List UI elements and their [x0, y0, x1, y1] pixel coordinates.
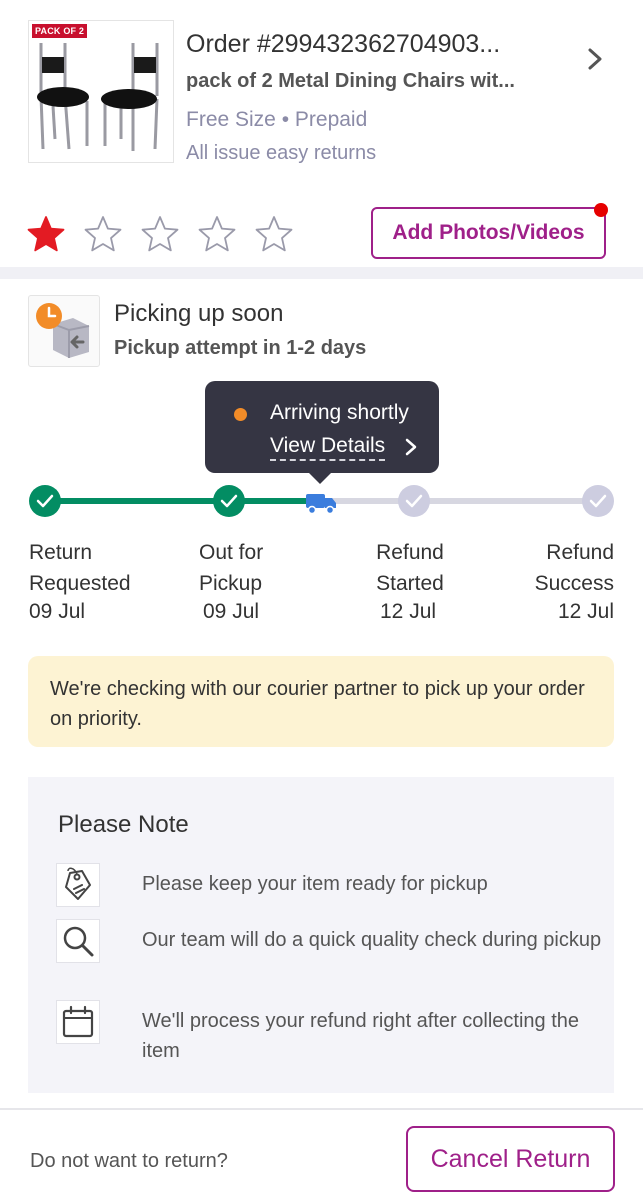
step-label-return-requested: Return Requested: [29, 537, 131, 599]
section-divider: [0, 267, 643, 279]
star-filled-icon[interactable]: [26, 214, 66, 254]
star-outline-icon[interactable]: [83, 214, 123, 254]
status-subtitle: Pickup attempt in 1-2 days: [114, 337, 367, 359]
step-label-line: Out for: [199, 541, 264, 564]
order-title: Order #299432362704903...: [186, 30, 501, 58]
progress-line-complete: [44, 498, 319, 504]
returns-note: All issue easy returns: [186, 142, 377, 164]
step-label-line: Refund: [376, 541, 444, 564]
status-title: Picking up soon: [114, 300, 284, 327]
cancel-prompt: Do not want to return?: [30, 1150, 228, 1172]
check-icon: [405, 494, 423, 508]
note-item-text: We'll process your refund right after co…: [142, 1010, 579, 1062]
status-dot: [234, 408, 247, 421]
step-dot-refund-started: [398, 485, 430, 517]
step-label-line: Success: [534, 572, 614, 595]
star-outline-icon[interactable]: [140, 214, 180, 254]
tag-icon: [56, 863, 100, 907]
pickup-status-icon: [28, 295, 100, 367]
note-item-text: Please keep your item ready for pickup: [142, 873, 488, 895]
step-date-out-for-pickup: 09 Jul: [203, 600, 260, 623]
search-icon: [56, 919, 100, 963]
step-dot-return-requested: [29, 485, 61, 517]
step-label-refund-success: Refund Success: [512, 537, 614, 599]
calendar-icon: [56, 1000, 100, 1044]
step-label-refund-started: Refund Started: [372, 537, 448, 599]
step-dot-out-for-pickup: [213, 485, 245, 517]
step-dot-refund-success: [582, 485, 614, 517]
note-item-text: Our team will do a quick quality check d…: [142, 929, 602, 951]
tracking-tooltip: Arriving shortly View Details: [205, 381, 439, 484]
pack-badge: PACK OF 2: [32, 24, 88, 38]
tooltip-status-text: Arriving shortly: [270, 401, 409, 424]
step-date-refund-success: 12 Jul: [557, 600, 614, 623]
product-image: PACK OF 2: [28, 20, 174, 163]
cancel-return-button[interactable]: Cancel Return: [406, 1126, 615, 1192]
courier-info-banner: We're checking with our courier partner …: [28, 656, 614, 747]
star-outline-icon[interactable]: [197, 214, 237, 254]
rating-stars: [26, 214, 311, 254]
check-icon: [36, 494, 54, 508]
view-details-link[interactable]: View Details: [270, 433, 386, 461]
chevron-right-icon[interactable]: [404, 438, 418, 456]
step-label-out-for-pickup: Out for Pickup: [199, 537, 263, 599]
product-card[interactable]: PACK OF 2 Order #299432362704903... pack…: [0, 0, 643, 200]
notification-dot: [594, 203, 608, 217]
step-date-refund-started: 12 Jul: [380, 600, 437, 623]
step-date-return-requested: 09 Jul: [29, 600, 86, 623]
check-icon: [220, 494, 238, 508]
product-meta: Free Size • Prepaid: [186, 108, 368, 131]
step-label-line: Started: [376, 572, 444, 595]
add-photos-button[interactable]: Add Photos/Videos: [371, 207, 606, 259]
chevron-right-icon[interactable]: [582, 46, 608, 72]
step-label-line: Pickup: [199, 572, 263, 595]
star-outline-icon[interactable]: [254, 214, 294, 254]
progress-line-pending: [319, 498, 599, 504]
step-label-line: Refund: [546, 541, 614, 564]
truck-icon: [306, 494, 336, 515]
product-name: pack of 2 Metal Dining Chairs wit...: [186, 70, 515, 92]
note-title: Please Note: [58, 811, 189, 838]
bottom-action-bar: Do not want to return? Cancel Return: [0, 1108, 643, 1200]
step-label-line: Requested: [29, 572, 131, 595]
please-note-section: Please Note Please keep your item ready …: [28, 777, 614, 1093]
step-label-line: Return: [29, 541, 93, 564]
check-icon: [589, 494, 607, 508]
